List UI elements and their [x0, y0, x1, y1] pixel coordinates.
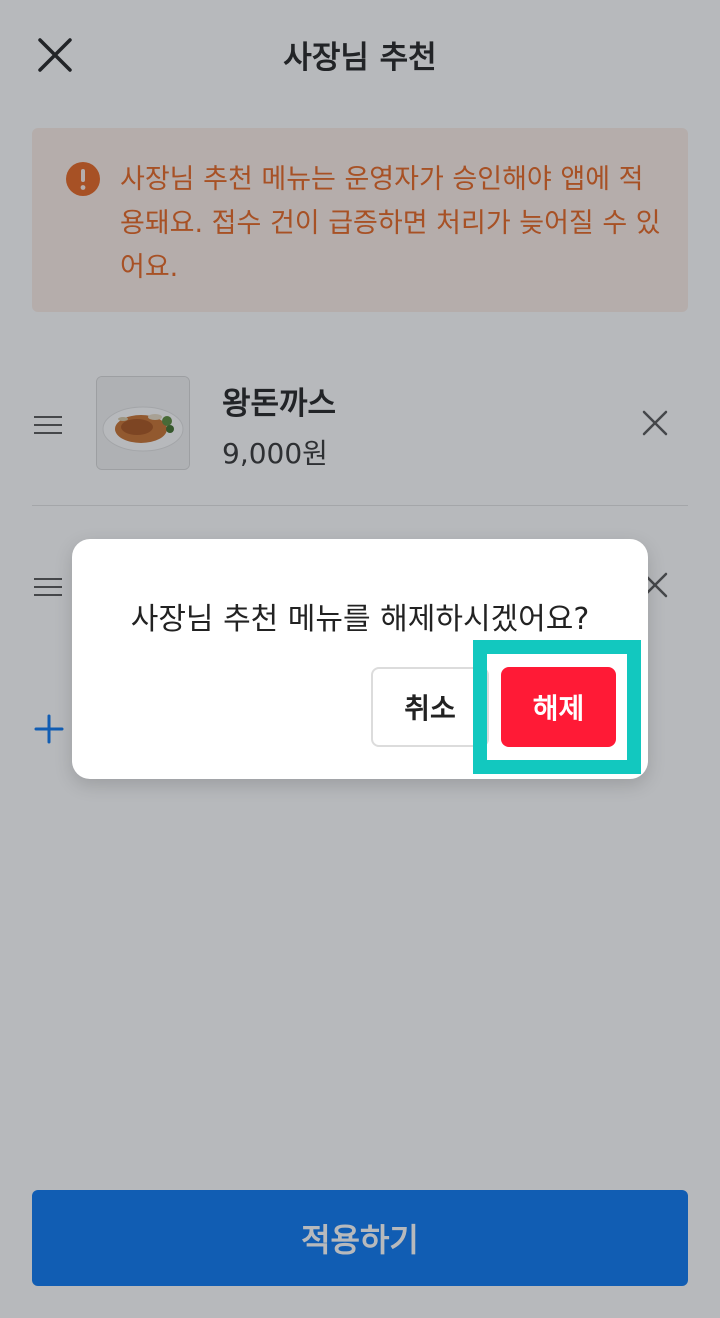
cancel-button[interactable]: 취소: [371, 667, 489, 747]
dialog-message: 사장님 추천 메뉴를 해제하시겠어요?: [130, 602, 590, 637]
release-button[interactable]: 해제: [501, 667, 616, 747]
confirm-dialog: 사장님 추천 메뉴를 해제하시겠어요? 취소 해제: [72, 539, 648, 779]
